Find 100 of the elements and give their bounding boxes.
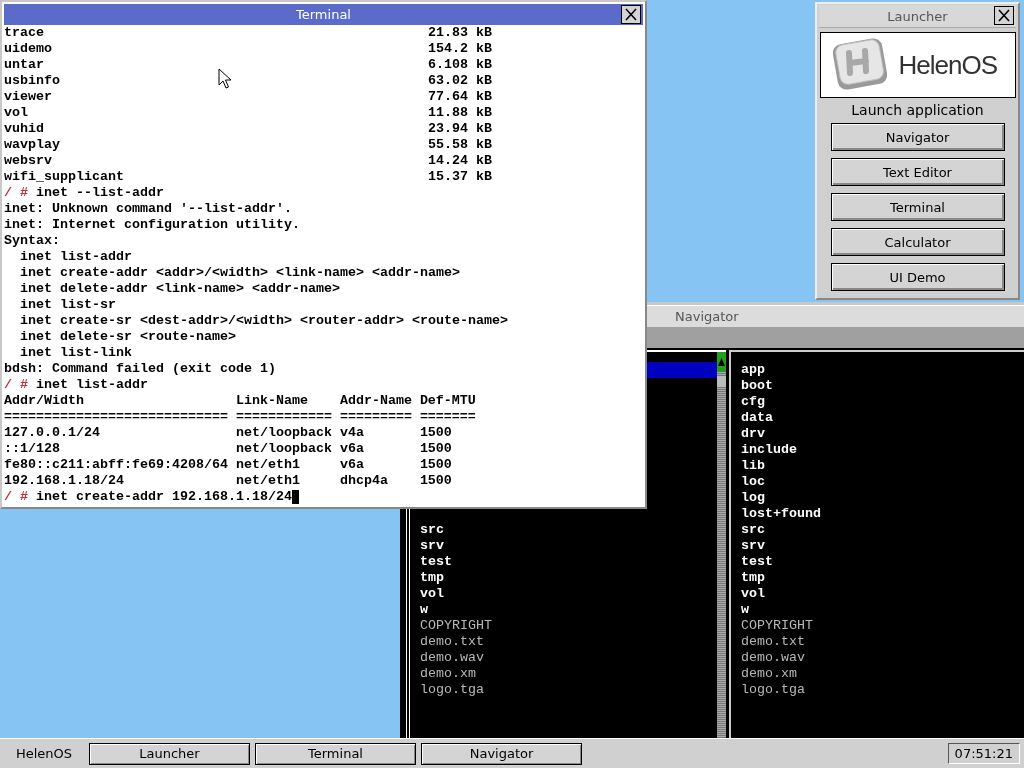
file-name: wavplay [4,137,60,152]
table-cell-text: Link-Name [235,393,309,409]
file-entry[interactable]: tmp [741,570,765,586]
command-text: inet list-addr [36,377,148,393]
file-size: 6.108 kB [427,57,492,73]
launch-button[interactable]: Navigator [830,123,1005,151]
file-entry[interactable]: vol [420,586,444,602]
file-entry[interactable]: demo.wav [420,650,484,666]
window-title: Navigator [675,309,739,324]
command-text: inet --list-addr [36,185,164,201]
table-cell-text: 192.168.1.18/24 [4,473,125,489]
clock: 07:51:21 [947,743,1020,764]
file-entry[interactable]: srv [741,538,765,554]
launcher-heading: Launch application [851,102,984,118]
table-cell-text: net/eth1 [235,473,301,489]
taskbar-button[interactable]: Launcher [89,742,250,765]
file-name: vuhid [4,121,44,136]
file-entry[interactable]: test [420,554,452,570]
launch-button[interactable]: Calculator [830,228,1005,256]
shell-prompt: / # [4,489,28,505]
file-entry[interactable]: srv [420,538,444,554]
table-cell-text: v6a [339,457,365,473]
file-entry[interactable]: boot [741,378,773,394]
window-title: Terminal [296,7,351,22]
table-cell: 1500 [419,441,452,457]
mouse-pointer-icon [218,68,232,89]
output-text: inet list-link [19,345,132,361]
launch-button[interactable]: Text Editor [830,158,1005,186]
table-cell-text: fe80::c211:abff:fe69:4208/64 [4,457,229,473]
scrollbar[interactable] [717,352,726,738]
logo-text: HelenOS [898,49,997,81]
file-entry[interactable]: demo.xm [420,666,476,682]
file-entry[interactable]: include [741,442,797,458]
table-cell-text: v4a [339,425,365,441]
launch-button[interactable]: Terminal [830,193,1005,221]
file-entry[interactable]: src [420,522,444,538]
file-entry[interactable]: loc [741,474,765,490]
taskbar-button[interactable]: Terminal [255,742,416,765]
file-entry[interactable]: COPYRIGHT [741,618,813,634]
scroll-thumb[interactable] [717,376,726,387]
launch-button[interactable]: UI Demo [830,263,1005,291]
file-entry[interactable]: data [741,410,773,426]
output-text: inet delete-addr <link-name> <addr-name> [19,281,340,297]
file-entry[interactable]: logo.tga [420,682,484,698]
table-cell-text: dhcp4a [339,473,389,489]
table-cell-text: net/loopback [235,441,333,457]
file-size: 55.58 kB [427,137,492,153]
file-entry[interactable]: cfg [741,394,765,410]
table-cell-text: Addr/Width [4,393,85,409]
file-size: 154.2 kB [427,41,492,57]
table-cell-text: ============================ [4,409,229,425]
file-entry[interactable]: log [741,490,765,506]
file-name: untar [4,57,44,72]
window-title: Launcher [887,8,948,24]
file-entry[interactable]: demo.xm [741,666,797,682]
file-entry[interactable]: app [741,362,765,378]
file-size: 15.37 kB [427,169,492,185]
close-icon[interactable] [621,5,641,24]
output-text: inet: Unknown command '--list-addr'. [4,201,292,217]
file-size: 14.24 kB [427,153,492,169]
file-entry[interactable]: w [741,602,749,618]
file-entry[interactable]: COPYRIGHT [420,618,492,634]
file-size: 21.83 kB [427,25,492,41]
table-cell: 1500 [419,457,452,473]
file-name: trace [4,25,44,40]
file-entry[interactable]: tmp [420,570,444,586]
taskbar-button[interactable]: Navigator [421,742,582,765]
file-entry[interactable]: demo.txt [420,634,484,650]
file-entry[interactable]: test [741,554,773,570]
file-entry[interactable]: vol [741,586,765,602]
table-cell-text: ========= [339,409,413,425]
file-entry[interactable]: src [741,522,765,538]
file-size: 11.88 kB [427,105,492,121]
file-entry[interactable]: logo.tga [741,682,805,698]
file-name: websrv [4,153,52,168]
file-entry[interactable]: demo.wav [741,650,805,666]
command-text: inet create-addr 192.168.1.18/24 [36,489,292,505]
output-text: inet create-sr <dest-addr>/<width> <router-addr> <route-name> [19,313,508,329]
file-entry[interactable]: demo.txt [741,634,805,650]
close-icon[interactable] [994,6,1014,25]
shell-prompt: / # [4,377,28,393]
output-text: Syntax: [4,233,60,249]
output-text: inet create-addr <addr>/<width> <link-name> <addr-name> [19,265,460,281]
table-cell: Def-MTU [419,393,476,409]
system-label: HelenOS [14,746,74,761]
file-entry[interactable]: lost+found [741,506,821,522]
file-entry[interactable]: drv [741,426,765,442]
table-cell-text: ::1/128 [4,441,61,457]
table-cell-text: ============ [235,409,333,425]
file-entry[interactable]: lib [741,458,765,474]
table-cell: ======= [419,409,476,425]
file-name: vol [4,105,28,120]
table-cell-text: Addr-Name [339,393,413,409]
table-cell-text: 127.0.0.1/24 [4,425,101,441]
output-text: inet delete-sr <route-name> [19,329,236,345]
table-cell-text: v6a [339,441,365,457]
shell-prompt: / # [4,185,28,201]
file-size: 77.64 kB [427,89,492,105]
file-entry[interactable]: w [420,602,428,618]
table-cell: 1500 [419,473,452,489]
